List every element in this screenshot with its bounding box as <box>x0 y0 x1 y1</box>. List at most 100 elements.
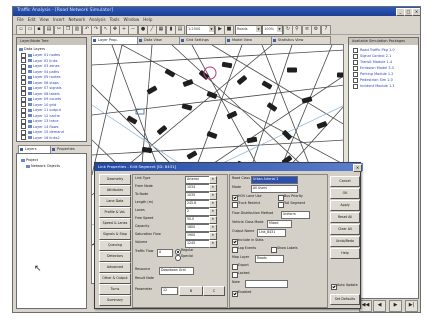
close-button[interactable]: × <box>412 8 420 16</box>
dialog-nav-button[interactable]: Attributes <box>99 185 131 196</box>
note-field[interactable] <box>245 280 288 288</box>
field-value[interactable]: 245.6 <box>185 200 210 208</box>
vehicle-marker[interactable] <box>337 72 344 78</box>
distribution-field[interactable]: Uniform <box>281 211 310 219</box>
vehicle-marker[interactable] <box>261 80 273 90</box>
table-icon[interactable]: ▤ <box>175 25 185 35</box>
redo-icon[interactable]: ↷ <box>91 25 101 35</box>
vehicle-marker[interactable] <box>266 102 278 112</box>
vehicle-marker[interactable] <box>287 67 297 73</box>
road-link[interactable] <box>92 49 344 66</box>
field-value[interactable]: 50.0 <box>185 216 210 224</box>
vehicle-marker[interactable] <box>316 121 328 129</box>
dialog-nav-button[interactable]: Other & Output <box>99 273 131 284</box>
menu-analysis[interactable]: Analysis <box>89 16 105 23</box>
field-dropdown-button[interactable]: ▾ <box>209 184 217 192</box>
vehicle-marker[interactable] <box>186 150 198 160</box>
dialog-nav-button[interactable]: Summary <box>99 295 131 306</box>
dialog-action-button[interactable]: Cancel <box>330 176 360 187</box>
help-icon[interactable]: ? <box>321 25 331 35</box>
field-value[interactable]: 1035 <box>185 192 210 200</box>
field-dropdown-button[interactable]: ▾ <box>209 216 217 224</box>
field-dropdown-button[interactable]: ▾ <box>209 200 217 208</box>
dialog-action-button[interactable]: OK <box>330 188 360 199</box>
menu-edit[interactable]: Edit <box>28 16 36 23</box>
resource-field[interactable]: Downtown Grid <box>159 267 194 275</box>
save-icon[interactable]: ▪ <box>34 25 44 35</box>
zoom-out-icon[interactable]: − <box>128 25 138 35</box>
menu-tools[interactable]: Tools <box>110 16 120 23</box>
menu-help[interactable]: Help <box>143 16 152 23</box>
tree-network-objects[interactable]: Network Objects <box>26 163 60 169</box>
nav-play-button[interactable]: ▶ <box>389 300 402 312</box>
paste-icon[interactable]: ▥ <box>72 25 82 35</box>
package-checkbox[interactable] <box>353 71 358 77</box>
package-checkbox[interactable] <box>353 65 358 71</box>
dialog-action-button[interactable]: Apply <box>330 200 360 211</box>
package-item[interactable]: Incident Module 1.1 <box>353 83 395 89</box>
field-value[interactable]: Arterial <box>185 176 210 184</box>
dialog-close-button[interactable]: × <box>353 164 362 172</box>
grid-icon[interactable]: ▦ <box>156 25 166 35</box>
nav-prev-button[interactable]: ◀ <box>373 300 386 312</box>
field-dropdown-button[interactable]: ▾ <box>209 240 217 248</box>
vehicle-marker[interactable] <box>126 115 138 125</box>
layer-visibility-checkbox[interactable] <box>21 135 26 140</box>
set-defaults-button[interactable]: Set Defaults <box>330 294 360 305</box>
dialog-action-button[interactable]: Undo/Redo <box>330 236 360 247</box>
dialog-action-button[interactable]: Help <box>330 248 360 259</box>
field-value[interactable]: 1900 <box>185 232 210 240</box>
field-value[interactable]: 2 <box>185 208 210 216</box>
menu-view[interactable]: View <box>39 16 49 23</box>
field-dropdown-button[interactable]: ▾ <box>209 192 217 200</box>
scale-select[interactable]: 100% ▼ <box>262 25 283 35</box>
field-value[interactable]: 1245 <box>185 240 210 248</box>
dialog-nav-button[interactable]: Lane Data <box>99 196 131 207</box>
dialog-nav-button[interactable]: Turns <box>99 284 131 295</box>
menu-network[interactable]: Network <box>68 16 85 23</box>
package-checkbox[interactable] <box>353 77 358 83</box>
field-value[interactable]: 1800 <box>185 224 210 232</box>
menu-window[interactable]: Window <box>123 16 139 23</box>
dialog-nav-button[interactable]: Signals & Stop <box>99 229 131 240</box>
field-dropdown-button[interactable]: ▾ <box>209 232 217 240</box>
package-checkbox[interactable] <box>353 53 358 59</box>
field-value[interactable]: 1034 <box>185 184 210 192</box>
field-dropdown-button[interactable]: ▾ <box>209 224 217 232</box>
package-checkbox[interactable] <box>353 83 358 89</box>
package-checkbox[interactable] <box>353 47 358 53</box>
zoom-select[interactable]: 1:2500 ▼ <box>186 25 215 35</box>
output-name-field[interactable]: Link_8431 <box>257 229 286 237</box>
selected-node-marker[interactable] <box>203 66 217 80</box>
dialog-action-button[interactable]: Clear All <box>330 224 360 235</box>
map-layer-field[interactable]: Roads <box>255 255 284 263</box>
road-class-field[interactable]: Urban Arterial 2 <box>251 176 298 184</box>
vehicle-marker[interactable] <box>282 130 293 141</box>
menu-file[interactable]: File <box>17 16 24 23</box>
nav-next-button[interactable]: ▶| <box>405 300 418 312</box>
dialog-nav-button[interactable]: Queuing <box>99 240 131 251</box>
settings-icon[interactable]: ⚙ <box>311 25 321 35</box>
layer-tree-item[interactable]: Layer 16 links2 <box>21 135 60 141</box>
dialog-action-button[interactable]: Reset All <box>330 212 360 223</box>
vehicle-marker[interactable] <box>206 131 218 139</box>
menu-insert[interactable]: Insert <box>53 16 64 23</box>
package-checkbox[interactable] <box>353 59 358 65</box>
vehicle-marker[interactable] <box>236 75 248 85</box>
set-button[interactable]: C <box>203 286 225 296</box>
parameter-field[interactable]: 12 <box>161 287 178 295</box>
layer-select[interactable]: Roads ▼ <box>235 25 262 35</box>
dialog-nav-button[interactable]: Advanced <box>99 262 131 273</box>
filter-icon[interactable]: ⚲ <box>292 25 302 35</box>
vehicle-marker[interactable] <box>221 61 233 69</box>
vehicle-marker[interactable] <box>246 136 258 144</box>
auto-button[interactable]: B <box>179 286 203 296</box>
dialog-nav-button[interactable]: Detectors <box>99 251 131 262</box>
vehicle-marker[interactable] <box>164 68 176 78</box>
field-dropdown-button[interactable]: ▾ <box>209 176 217 184</box>
vehicle-class-field[interactable]: Mixed <box>267 220 292 228</box>
dialog-nav-button[interactable]: Profile & Vol. <box>99 207 131 218</box>
stop-icon[interactable]: ■ <box>224 25 234 35</box>
field-dropdown-button[interactable]: ▾ <box>209 208 217 216</box>
flow-field[interactable]: A <box>157 249 173 257</box>
